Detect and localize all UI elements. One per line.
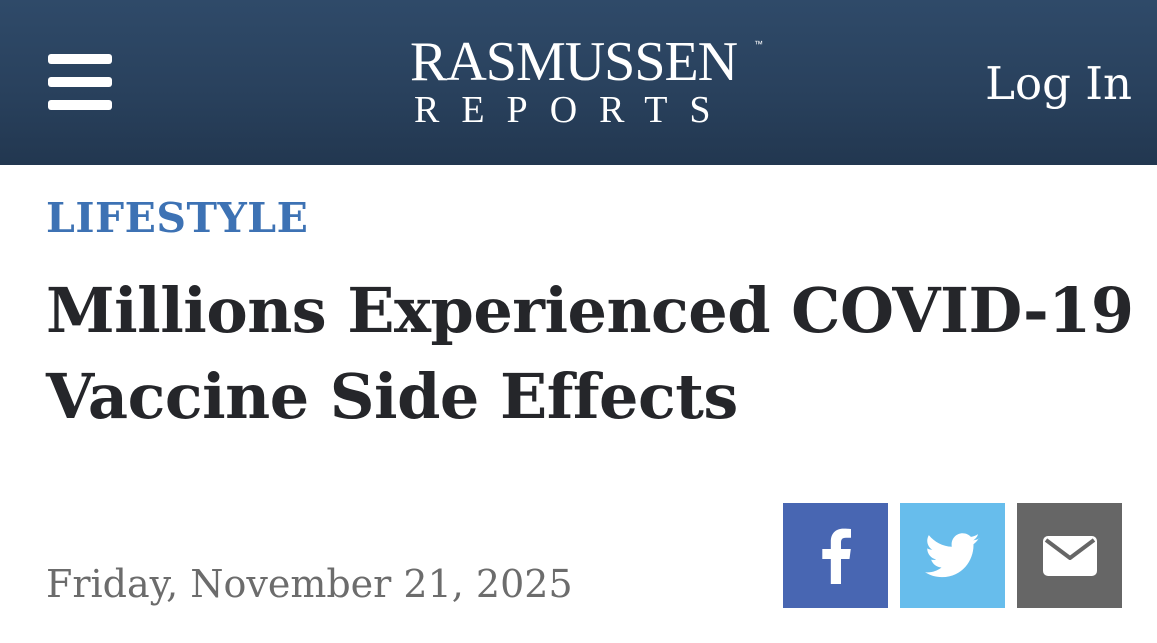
facebook-share-button[interactable] — [783, 503, 888, 608]
menu-bar-line — [48, 54, 112, 64]
login-link[interactable]: Log In — [985, 58, 1132, 110]
top-navigation-bar: RASMUSSEN ™ REPORTS Log In — [0, 0, 1157, 165]
menu-bar-line — [48, 77, 112, 87]
hamburger-menu-icon[interactable] — [48, 54, 112, 110]
envelope-icon — [1042, 535, 1097, 576]
logo-line-2: REPORTS — [414, 89, 733, 131]
article-headline: Millions Experienced COVID-19 Vaccine Si… — [46, 274, 1134, 433]
facebook-icon — [821, 528, 851, 584]
twitter-share-button[interactable] — [900, 503, 1005, 608]
logo-line-1: RASMUSSEN — [410, 31, 738, 93]
page: RASMUSSEN ™ REPORTS Log In LIFESTYLE Mil… — [0, 0, 1157, 643]
rasmussen-reports-logo[interactable]: RASMUSSEN ™ REPORTS — [410, 34, 770, 134]
logo-trademark: ™ — [754, 39, 763, 49]
menu-bar-line — [48, 100, 112, 110]
twitter-icon — [924, 532, 980, 577]
email-share-button[interactable] — [1017, 503, 1122, 608]
category-label[interactable]: LIFESTYLE — [46, 192, 308, 244]
article-date: Friday, November 21, 2025 — [46, 562, 573, 606]
